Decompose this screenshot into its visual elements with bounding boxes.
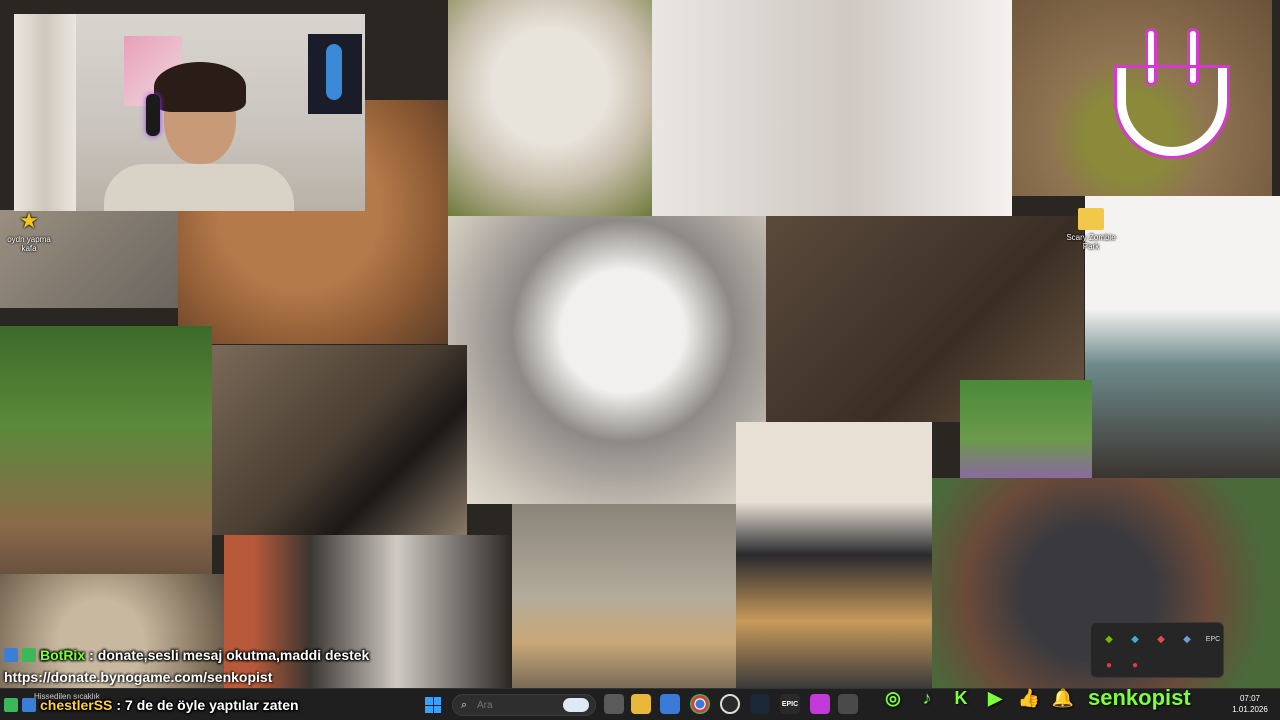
collage-tile-shocked-cat: [448, 216, 766, 504]
verified-badge-icon: [22, 648, 36, 662]
streamer-handle: senkopist: [1088, 685, 1191, 710]
verified-badge-icon: [4, 698, 18, 712]
epic-games-icon[interactable]: EPIC: [780, 694, 800, 714]
desktop-shortcut-star[interactable]: ★ oydn yapma kafa: [0, 208, 58, 254]
mic-icon[interactable]: ●: [1123, 653, 1147, 677]
social-bar: ◎ ♪ K ▶ 👍 🔔 senkopist: [880, 684, 1191, 712]
youtube-icon: ▶: [988, 687, 1002, 708]
steam-icon[interactable]: [750, 694, 770, 714]
collage-tile-gamer-cat: [736, 422, 932, 688]
donate-url: https://donate.bynogame.com/senkopist: [4, 669, 273, 685]
taskbar-search[interactable]: ⌕: [452, 694, 596, 716]
system-clock[interactable]: 07:07 1.01.2026: [1224, 693, 1276, 715]
collage-tile-cat-toilet: [652, 0, 1012, 216]
search-highlight-icon: [563, 698, 589, 712]
chrome-icon[interactable]: [690, 694, 710, 714]
bell-icon: 🔔: [1051, 687, 1075, 708]
collage-tile-donkey: [224, 535, 512, 688]
chat-text: donate,sesli mesaj okutma,maddi destek: [97, 647, 370, 663]
subscriber-badge-icon: [22, 698, 36, 712]
desktop-shortcut-folder[interactable]: Scary Zombie Park: [1062, 208, 1120, 251]
nvidia-icon[interactable]: ◆: [1097, 627, 1121, 651]
task-view-icon[interactable]: [604, 694, 624, 714]
collage-tile-squirrel: [0, 326, 212, 574]
twitch-icon[interactable]: [810, 694, 830, 714]
bot-badge-icon: [4, 648, 18, 662]
like-icon: 👍: [1017, 687, 1041, 708]
obs-icon[interactable]: [720, 694, 740, 714]
start-button[interactable]: [425, 697, 441, 713]
parrot-poster: [308, 34, 362, 114]
collage-tile-black-dog: [212, 345, 467, 535]
instagram-icon: ◎: [885, 687, 901, 708]
kick-icon: K: [954, 687, 968, 708]
chat-separator: :: [89, 647, 94, 663]
search-input[interactable]: [477, 698, 557, 712]
collage-tile-frog: [1012, 0, 1272, 196]
epic-icon[interactable]: EPC: [1201, 627, 1225, 651]
steam-icon[interactable]: ◆: [1175, 627, 1199, 651]
chat-username: chestlerSS: [40, 697, 113, 713]
chat-username: BotRix: [40, 647, 86, 663]
chat-message: BotRix : donate,sesli mesaj okutma,maddi…: [4, 645, 369, 665]
collage-tile-street-dogs: [512, 504, 736, 688]
chat-text: 7 de de öyle yaptılar zaten: [125, 697, 299, 713]
chat-message: chestlerSS : 7 de de öyle yaptılar zaten: [4, 695, 299, 715]
collage-tile-bunny-dog: [960, 380, 1092, 478]
chat-separator: :: [116, 697, 122, 713]
headset: [146, 94, 160, 136]
tray-overflow-popup: ◆ ◆ ◆ ◆ EPC ● ●: [1090, 622, 1224, 678]
smile-logo: [1117, 28, 1232, 158]
collage-tile-sheep: [448, 0, 652, 216]
record-icon[interactable]: ●: [1097, 653, 1121, 677]
app-icon[interactable]: [838, 694, 858, 714]
shield-icon[interactable]: ◆: [1149, 627, 1173, 651]
store-icon[interactable]: [660, 694, 680, 714]
tiktok-icon: ♪: [922, 687, 932, 708]
search-icon: ⌕: [461, 699, 468, 711]
file-explorer-icon[interactable]: [631, 694, 651, 714]
app-icon[interactable]: ◆: [1123, 627, 1147, 651]
folder-icon: [1078, 208, 1104, 230]
star-icon: ★: [19, 208, 39, 233]
webcam-feed: [14, 14, 365, 211]
